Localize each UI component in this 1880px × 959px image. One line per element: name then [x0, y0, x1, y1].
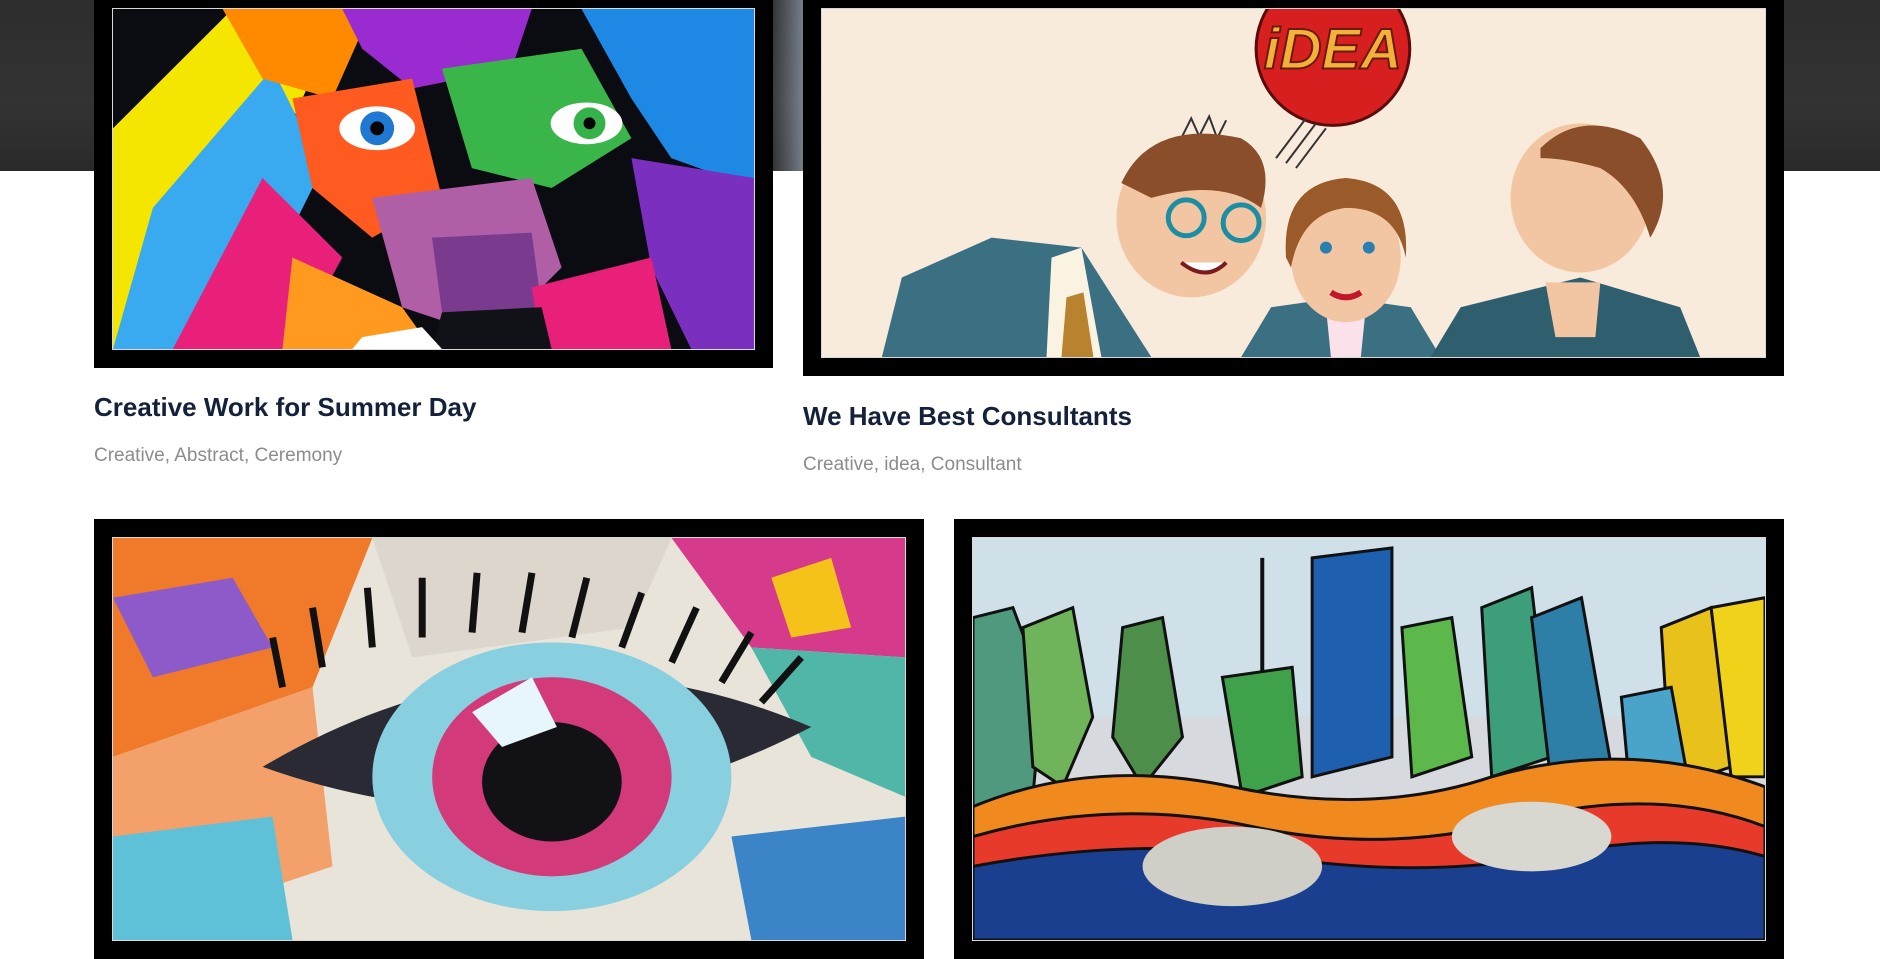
lion-painting-image[interactable] — [112, 8, 755, 350]
portfolio-card-skyline[interactable] — [954, 519, 1784, 959]
idea-bubble-text: iDEA — [1264, 18, 1402, 82]
portfolio-card-lion[interactable]: Creative Work for Summer Day Creative, A… — [94, 0, 773, 490]
portfolio-card-tags: Creative, Abstract, Ceremony — [94, 445, 343, 466]
portfolio-image-frame[interactable] — [954, 519, 1784, 959]
portfolio-card-consultants[interactable]: iDEA We Have Best Consultants Creative, … — [803, 0, 1784, 500]
consultants-pop-art-image[interactable]: iDEA — [821, 8, 1766, 358]
portfolio-image-frame[interactable] — [94, 519, 924, 959]
portfolio-card-tags: Creative, idea, Consultant — [803, 454, 1022, 475]
portfolio-image-frame[interactable] — [94, 0, 773, 368]
eye-painting-image[interactable] — [112, 537, 906, 941]
portfolio-image-frame[interactable]: iDEA — [803, 0, 1784, 376]
portfolio-card-title[interactable]: Creative Work for Summer Day — [94, 392, 476, 423]
city-skyline-painting-image[interactable] — [972, 537, 1766, 941]
portfolio-card-title[interactable]: We Have Best Consultants — [803, 401, 1132, 432]
portfolio-card-eye[interactable] — [94, 519, 924, 959]
